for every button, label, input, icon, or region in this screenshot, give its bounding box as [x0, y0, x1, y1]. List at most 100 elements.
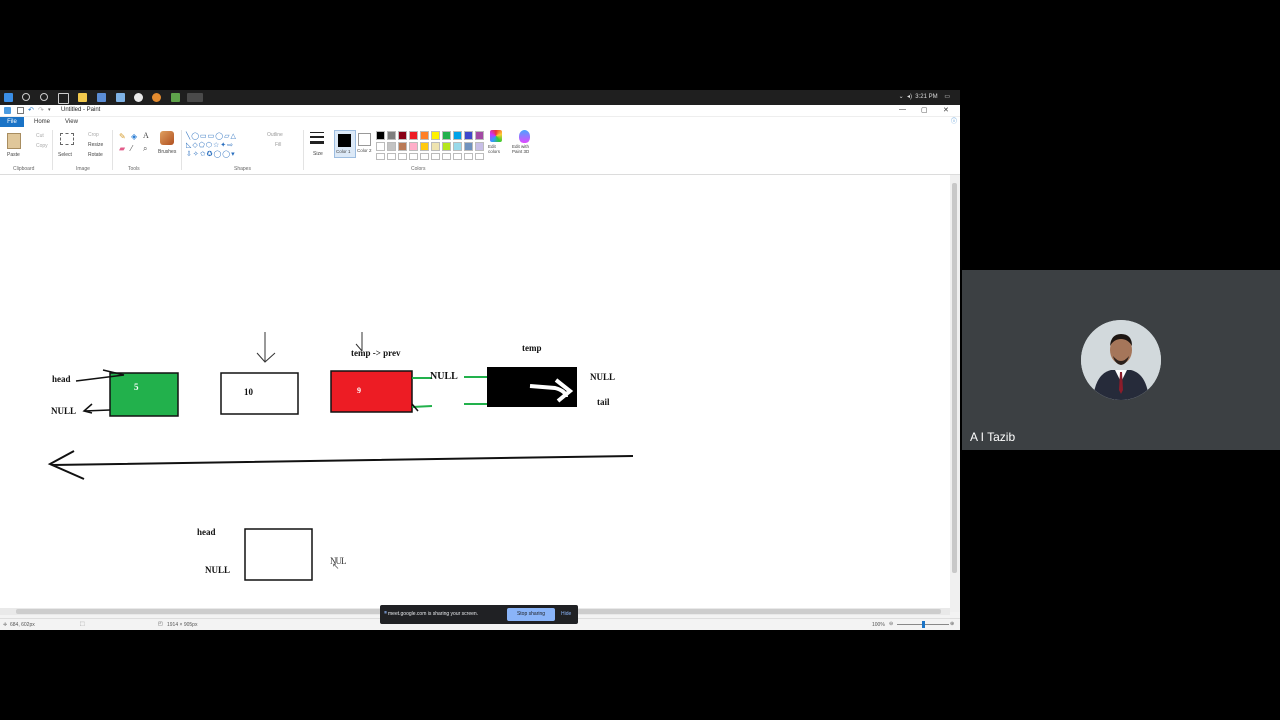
color-swatch[interactable] [453, 131, 462, 140]
color-swatch[interactable] [376, 131, 385, 140]
head-label: head [197, 527, 216, 537]
app-icon[interactable] [97, 93, 106, 102]
custom-color-slot[interactable] [409, 153, 418, 160]
cursor-icon: ✛ [3, 622, 8, 628]
start-icon[interactable] [4, 93, 13, 102]
edit-colors-button[interactable]: Edit colors [488, 144, 508, 154]
custom-color-slot[interactable] [376, 153, 385, 160]
custom-color-slot[interactable] [387, 153, 396, 160]
paste-button[interactable]: Paste [7, 152, 20, 158]
restore-icon[interactable]: ▢ [921, 106, 928, 114]
color-swatch[interactable] [442, 131, 451, 140]
app-icon[interactable] [152, 93, 161, 102]
search-icon[interactable] [22, 93, 30, 101]
stop-sharing-button[interactable]: Stop sharing [507, 608, 555, 621]
color-swatch[interactable] [409, 142, 418, 151]
select-icon[interactable] [60, 133, 74, 145]
edit-colors-icon[interactable] [490, 130, 502, 142]
vertical-scrollbar[interactable] [950, 175, 960, 612]
zoom-out-icon[interactable]: ⊖ [889, 621, 893, 627]
tab-home[interactable]: Home [34, 117, 50, 127]
color1-selector[interactable]: Color 1 [334, 130, 356, 158]
color-swatch[interactable] [475, 142, 484, 151]
divider [181, 130, 182, 170]
app-icon[interactable] [171, 93, 180, 102]
task-view-icon[interactable] [58, 93, 69, 104]
rotate-button[interactable]: Rotate [88, 152, 103, 158]
eraser-icon[interactable]: ▰ [119, 144, 125, 153]
color-swatch[interactable] [464, 142, 473, 151]
shapes-gallery[interactable]: ╲◯▭▭◯▱△ ◺◇⬠⬡☆✦⇨ ⇩✧✩✪◯◯▾ [186, 132, 261, 159]
color2-swatch[interactable] [358, 133, 371, 146]
color-swatch[interactable] [376, 142, 385, 151]
crop-button[interactable]: Crop [88, 132, 99, 138]
zoom-in-icon[interactable]: ⊕ [950, 621, 954, 627]
notifications-icon[interactable]: ▭ [944, 94, 950, 100]
cortana-icon[interactable] [40, 93, 48, 101]
copy-button[interactable]: Copy [36, 143, 48, 149]
divider [303, 130, 304, 170]
paste-icon[interactable] [7, 133, 21, 149]
size-icon[interactable] [310, 132, 324, 146]
color-swatch[interactable] [398, 131, 407, 140]
file-explorer-icon[interactable] [78, 93, 87, 102]
hide-button[interactable]: Hide [561, 608, 571, 621]
select-button[interactable]: Select [58, 152, 72, 158]
paint-3d-button[interactable]: Edit with Paint 3D [512, 144, 538, 154]
head-label: head [52, 374, 71, 384]
help-icon[interactable]: ⓘ [951, 117, 957, 127]
custom-color-slot[interactable] [464, 153, 473, 160]
color-swatch[interactable] [398, 142, 407, 151]
undo-icon[interactable]: ↶ [28, 107, 35, 114]
color-swatch[interactable] [442, 142, 451, 151]
fill-icon[interactable]: ◈ [131, 132, 137, 141]
custom-color-slot[interactable] [420, 153, 429, 160]
fill-button[interactable]: Fill [275, 142, 281, 148]
outline-button[interactable]: Outline [267, 132, 283, 138]
brush-icon[interactable] [160, 131, 174, 145]
cut-button[interactable]: Cut [36, 133, 44, 139]
pencil-icon[interactable]: ✎ [119, 132, 126, 141]
chevron-up-icon[interactable]: ⌄ [899, 94, 904, 100]
paint-taskbar-icon[interactable] [187, 93, 203, 102]
text-icon[interactable]: A [143, 131, 149, 140]
color2-label[interactable]: Color 2 [357, 148, 372, 153]
color-swatch[interactable] [475, 131, 484, 140]
color-swatch[interactable] [387, 131, 396, 140]
zoom-slider[interactable] [897, 621, 949, 628]
volume-icon[interactable]: ◂) [907, 94, 912, 100]
customize-qat-icon[interactable]: ▾ [48, 107, 55, 114]
color-swatch[interactable] [464, 131, 473, 140]
redo-icon[interactable]: ↷ [38, 107, 45, 114]
clock[interactable]: 3:21 PM [915, 94, 937, 100]
color-picker-icon[interactable]: ⁄ [131, 144, 132, 153]
paint-3d-icon[interactable] [519, 130, 530, 143]
scroll-thumb[interactable] [952, 183, 957, 573]
custom-color-slot[interactable] [475, 153, 484, 160]
resize-button[interactable]: Resize [88, 142, 103, 148]
close-icon[interactable]: ✕ [943, 106, 949, 114]
save-icon[interactable] [17, 107, 24, 114]
tab-file[interactable]: File [0, 117, 24, 127]
custom-color-slot[interactable] [431, 153, 440, 160]
color-swatch[interactable] [387, 142, 396, 151]
canvas-size: 1914 × 905px [167, 622, 198, 628]
color-swatch[interactable] [420, 131, 429, 140]
paint-canvas[interactable]: head NULL 5 10 9 temp -> prev NULL temp … [0, 175, 960, 612]
color-swatch[interactable] [420, 142, 429, 151]
color-swatch[interactable] [453, 142, 462, 151]
custom-color-slot[interactable] [453, 153, 462, 160]
size-button[interactable]: Size [313, 151, 323, 157]
color-swatch[interactable] [409, 131, 418, 140]
magnifier-icon[interactable]: ⌕ [143, 144, 147, 154]
app-icon[interactable] [116, 93, 125, 102]
tab-view[interactable]: View [65, 117, 78, 127]
minimize-icon[interactable]: — [899, 106, 906, 113]
color-swatch[interactable] [431, 142, 440, 151]
chrome-icon[interactable] [134, 93, 143, 102]
zoom-slider-thumb[interactable] [922, 621, 925, 628]
color-swatch[interactable] [431, 131, 440, 140]
brushes-button[interactable]: Brushes [158, 149, 176, 155]
custom-color-slot[interactable] [442, 153, 451, 160]
custom-color-slot[interactable] [398, 153, 407, 160]
